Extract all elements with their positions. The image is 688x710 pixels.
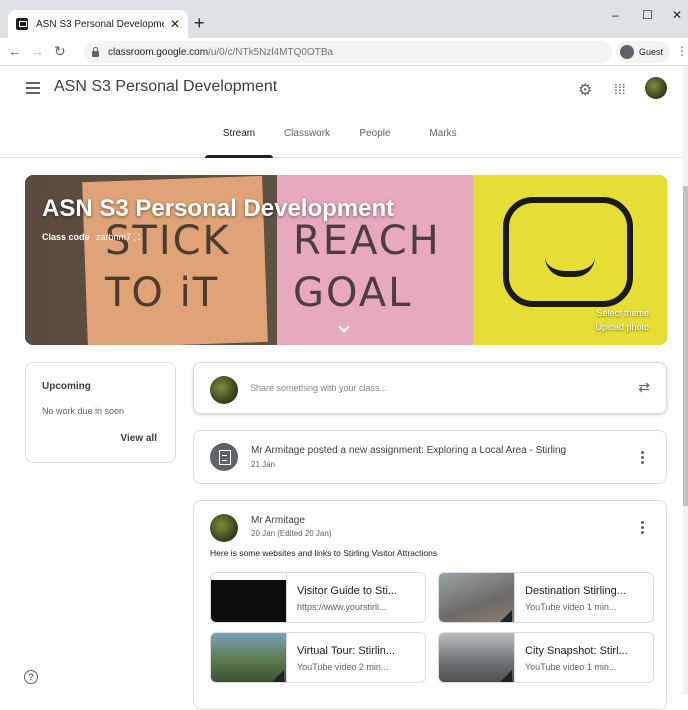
maximize-icon[interactable]: ☐ [642,8,653,22]
browser-tab-bar: ASN S3 Personal Development ✕ + – ☐ ✕ [0,0,688,38]
upcoming-panel: Upcoming No work due in soon View all [25,362,176,463]
scrollbar[interactable] [683,66,688,695]
post-author: Mr Armitage [251,515,305,526]
share-box[interactable]: Share something with your class... ⇄ [193,362,667,414]
more-options-icon[interactable] [641,521,644,536]
assignment-icon [210,443,238,471]
minimize-icon[interactable]: – [612,8,619,22]
attachment-subtitle: https://www.yourstirli... [297,602,387,612]
upload-photo-link[interactable]: Upload photo [595,322,649,332]
attachment-subtitle: YouTube video 1 min... [525,662,617,672]
post-card: Mr Armitage 20 Jan (Edited 20 Jan) Here … [193,500,667,710]
attachment-title: Visitor Guide to Sti... [297,585,398,597]
banner-title: ASN S3 Personal Development [42,195,395,222]
banner-note-text-stick: STICK TO iT [105,218,231,316]
more-options-icon[interactable] [641,451,644,466]
app-header: ASN S3 Personal Development ⚙ ⁞⁞⁞ Stream… [0,66,688,158]
profile-icon [620,45,634,59]
repost-icon[interactable]: ⇄ [638,379,650,396]
video-thumbnail [439,573,515,622]
video-thumbnail [211,633,287,682]
avatar[interactable] [645,77,667,99]
forward-icon[interactable]: → [30,43,44,59]
attachment-subtitle: YouTube video 2 min... [297,662,389,672]
class-tabs: Stream Classwork People Marks [205,128,477,158]
attachment-title: City Snapshot: Stirl... [525,645,628,657]
help-icon[interactable]: ? [24,670,38,684]
banner-smiley [503,197,633,307]
banner-note-text-reach: REACH GOAL [293,218,441,316]
assignment-text[interactable]: Mr Armitage posted a new assignment: Exp… [251,445,566,456]
class-code: Class code zarbnm7 ⛶ [42,232,140,243]
class-code-value: zarbnm7 [96,232,132,242]
attachment-link[interactable]: Visitor Guide to Sti... https://www.your… [210,572,426,623]
tab-people[interactable]: People [341,128,409,158]
post-body: Here is some websites and links to Stirl… [210,548,438,558]
tab-marks[interactable]: Marks [409,128,477,158]
apps-grid-icon[interactable]: ⁞⁞⁞ [614,81,626,97]
assignment-card[interactable]: Mr Armitage posted a new assignment: Exp… [193,430,667,484]
url-field[interactable]: classroom.google.com/u/0/c/NTk5Nzl4MTQ0O… [84,41,612,63]
classroom-favicon-icon [16,18,28,30]
address-bar-row: ← → ↻ classroom.google.com/u/0/c/NTk5Nzl… [0,38,688,66]
avatar [210,514,238,542]
website-thumbnail [211,573,287,622]
url-host: classroom.google.com [108,46,209,58]
attachment-title: Destination Stirling... [525,585,626,597]
menu-icon[interactable] [26,82,40,94]
profile-button[interactable]: Guest [616,41,670,63]
profile-label: Guest [639,47,664,57]
attachment-title: Virtual Tour: Stirlin... [297,645,396,657]
attachment-video[interactable]: Virtual Tour: Stirlin... YouTube video 2… [210,632,426,683]
tab-stream[interactable]: Stream [205,128,273,158]
post-date: 20 Jan (Edited 20 Jan) [251,529,332,538]
attachment-subtitle: YouTube video 1 min... [525,602,617,612]
close-tab-icon[interactable]: ✕ [170,17,180,31]
url-path: /u/0/c/NTk5Nzl4MTQ0OTBa [208,46,334,58]
close-window-icon[interactable]: ✕ [672,8,682,22]
browser-tab[interactable]: ASN S3 Personal Development ✕ [8,10,188,38]
reload-icon[interactable]: ↻ [54,43,66,60]
video-thumbnail [439,633,515,682]
tab-classwork[interactable]: Classwork [273,128,341,158]
class-banner: STICK TO iT REACH GOAL ASN S3 Personal D… [25,175,667,345]
back-icon[interactable]: ← [8,43,22,59]
upcoming-title: Upcoming [42,381,91,392]
class-code-label: Class code [42,232,90,242]
avatar [210,376,238,404]
fullscreen-icon[interactable]: ⛶ [134,232,140,242]
select-theme-link[interactable]: Select theme [596,308,649,318]
new-tab-icon[interactable]: + [194,14,205,32]
view-all-link[interactable]: View all [120,433,157,444]
attachment-video[interactable]: City Snapshot: Stirl... YouTube video 1 … [438,632,654,683]
lock-icon [92,47,99,57]
page-title[interactable]: ASN S3 Personal Development [54,78,277,96]
browser-tab-title: ASN S3 Personal Development [36,18,164,30]
upcoming-empty-text: No work due in soon [42,406,125,416]
assignment-date: 21 Jan [251,460,276,469]
browser-menu-icon[interactable]: ⋮ [676,44,688,58]
gear-icon[interactable]: ⚙ [578,80,592,100]
attachment-video[interactable]: Destination Stirling... YouTube video 1 … [438,572,654,623]
share-placeholder[interactable]: Share something with your class... [250,383,387,393]
